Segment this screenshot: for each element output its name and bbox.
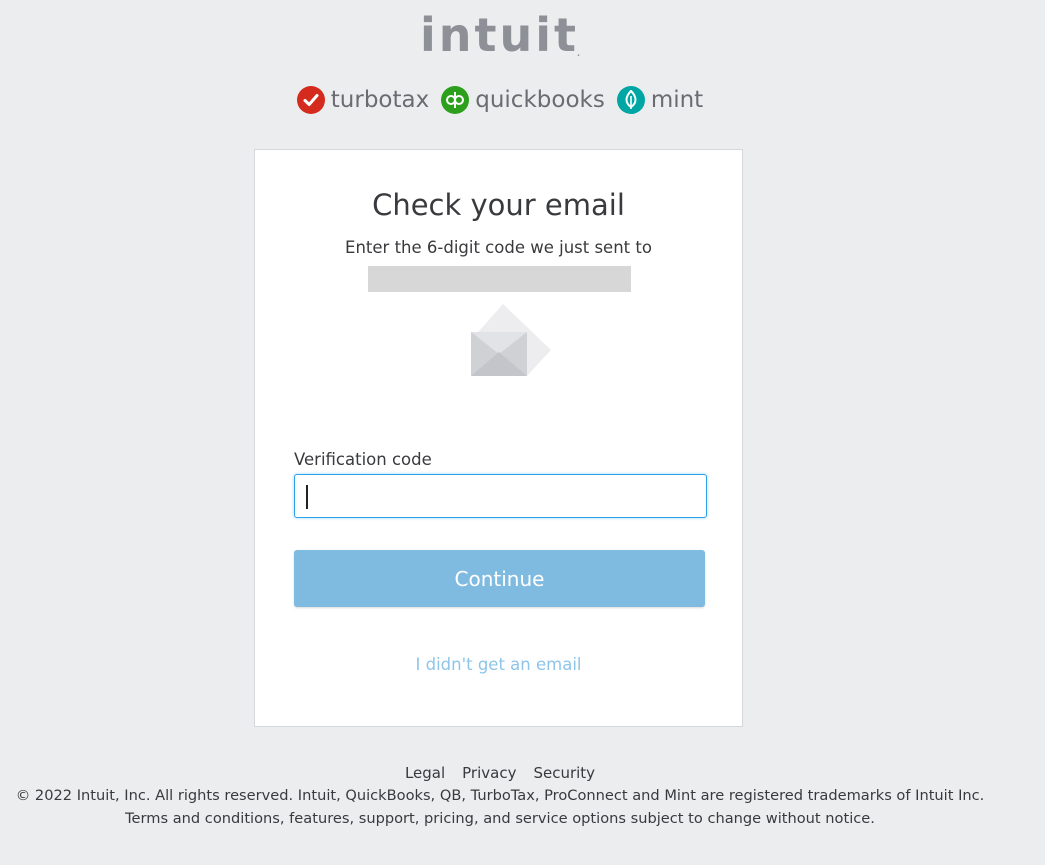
- logo-trademark: .: [576, 49, 581, 58]
- legal-link[interactable]: Legal: [405, 764, 445, 782]
- brand-name-turbotax: turbotax: [330, 87, 430, 113]
- brand-name-quickbooks: quickbooks: [475, 87, 605, 113]
- verification-code-input[interactable]: [294, 474, 707, 518]
- brand-turbotax: turbotax: [296, 86, 430, 114]
- brand-row: turbotax quickbooks mint: [0, 86, 1000, 114]
- terms-text: Terms and conditions, features, support,…: [125, 810, 875, 827]
- privacy-link[interactable]: Privacy: [462, 764, 516, 782]
- verification-card: Check your email Enter the 6-digit code …: [254, 149, 743, 727]
- intuit-logo: intuit.: [0, 12, 1000, 58]
- footer-links: Legal Privacy Security: [0, 764, 1000, 782]
- security-link[interactable]: Security: [533, 764, 595, 782]
- turbotax-check-icon: [296, 86, 325, 114]
- instructions-text: Enter the 6-digit code we just sent to: [345, 238, 652, 257]
- quickbooks-qb-icon: [441, 86, 470, 114]
- no-email-link[interactable]: I didn't get an email: [255, 655, 742, 674]
- page-title: Check your email: [372, 188, 625, 222]
- envelope-icon: [471, 304, 551, 376]
- mint-leaf-icon: [616, 86, 645, 114]
- copyright-text: © 2022 Intuit, Inc. All rights reserved.…: [15, 787, 985, 804]
- redacted-email: [368, 266, 631, 292]
- brand-quickbooks: quickbooks: [441, 86, 605, 114]
- continue-button[interactable]: Continue: [294, 550, 705, 607]
- text-cursor: [306, 485, 308, 509]
- logo-text: intuit: [419, 8, 579, 62]
- brand-name-mint: mint: [650, 87, 704, 113]
- verification-code-label: Verification code: [294, 450, 432, 469]
- brand-mint: mint: [616, 86, 704, 114]
